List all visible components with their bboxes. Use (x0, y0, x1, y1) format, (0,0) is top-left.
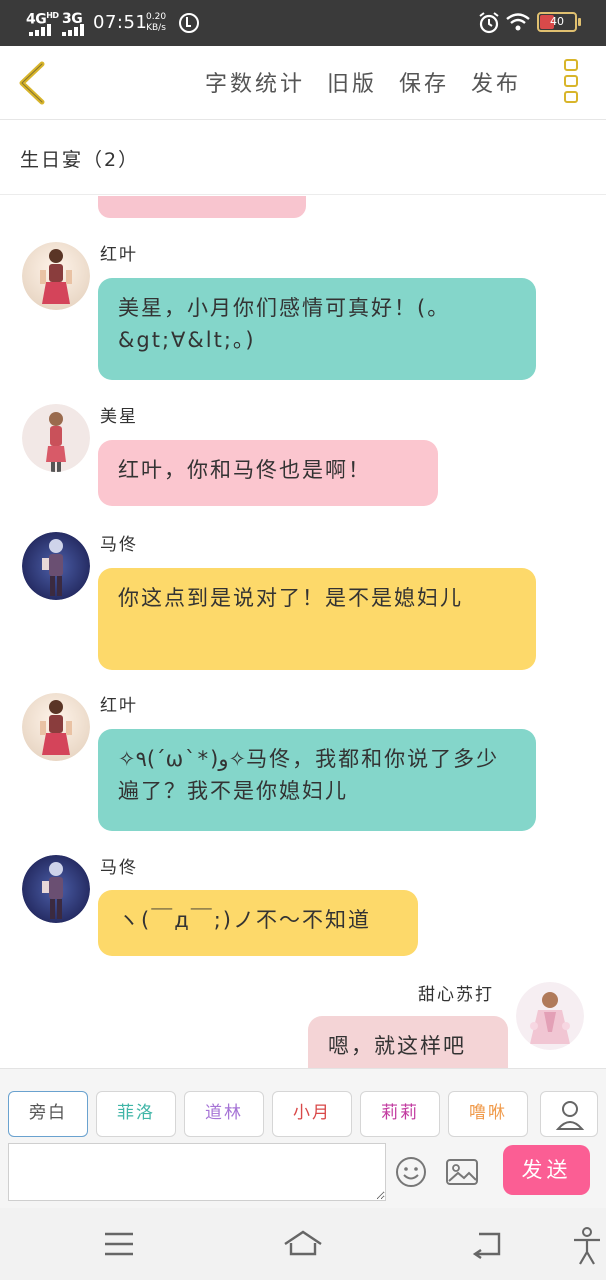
network-speed: 0.20 KB/s (146, 12, 167, 33)
message-bubble-partial[interactable] (98, 196, 306, 218)
role-chip-lili[interactable]: 莉莉 (360, 1091, 440, 1137)
composer: 旁白 菲洛 道林 小月 莉莉 噜咻 发送 (0, 1068, 606, 1208)
back-icon (472, 1232, 501, 1259)
emoji-button[interactable] (394, 1155, 428, 1189)
wifi-icon (506, 13, 530, 31)
message-bubble[interactable]: 红叶，你和马佟也是啊！ (98, 440, 438, 506)
role-selector: 旁白 菲洛 道林 小月 莉莉 噜咻 (8, 1091, 528, 1137)
publish-button[interactable]: 发布 (471, 66, 521, 98)
message-bubble[interactable]: ✧٩(ˊωˋ*)و✧马佟，我都和你说了多少遍了？我不是你媳妇儿 (98, 729, 536, 831)
status-bar: 4GHD 3G 07:51 0.20 KB/s 40 (0, 0, 606, 46)
nav-back-button[interactable] (467, 1226, 507, 1262)
avatar-image (22, 404, 90, 472)
signal-strength-icon (29, 24, 51, 36)
role-chip-feiluo[interactable]: 菲洛 (96, 1091, 176, 1137)
header-actions: 字数统计 旧版 保存 发布 (205, 66, 521, 98)
avatar-hongye[interactable] (22, 693, 90, 761)
battery-icon: 40 (537, 12, 577, 32)
avatar-image (516, 982, 584, 1050)
avatar-meixing[interactable] (22, 404, 90, 472)
three-dots-vertical-icon (564, 75, 578, 87)
avatar-matong[interactable] (22, 532, 90, 600)
message-bubble[interactable]: ヽ(￣д￣;)ノ不～不知道 (98, 890, 418, 956)
avatar-hongye[interactable] (22, 242, 90, 310)
word-count-button[interactable]: 字数统计 (205, 66, 305, 98)
send-button[interactable]: 发送 (503, 1145, 590, 1195)
system-navigation-bar (0, 1208, 606, 1280)
chapter-title-bar: 生日宴（2） (0, 121, 606, 195)
avatar-image (22, 532, 90, 600)
image-icon (446, 1159, 478, 1185)
nav-menu-button[interactable] (99, 1226, 139, 1262)
save-button[interactable]: 保存 (399, 66, 449, 98)
message-bubble[interactable]: 你这点到是说对了！是不是媳妇儿 (98, 568, 536, 670)
role-chip-daolin[interactable]: 道林 (184, 1091, 264, 1137)
nav-accessibility-button[interactable] (570, 1226, 604, 1265)
accessibility-icon (574, 1227, 600, 1265)
more-menu-button[interactable] (564, 59, 580, 107)
sender-name: 红叶 (100, 696, 138, 716)
battery-tip (578, 18, 581, 26)
app-header: 字数统计 旧版 保存 发布 (0, 46, 606, 120)
avatar-tianxinsuda[interactable] (516, 982, 584, 1050)
person-icon (555, 1101, 585, 1130)
home-icon (284, 1230, 322, 1256)
avatar-matong[interactable] (22, 855, 90, 923)
three-dots-vertical-icon (564, 59, 578, 71)
sender-name: 马佟 (100, 858, 138, 878)
chapter-title[interactable]: 生日宴（2） (20, 145, 139, 172)
nav-home-button[interactable] (283, 1226, 323, 1262)
clock: 07:51 (93, 12, 148, 33)
signal-strength-icon (62, 24, 84, 36)
sender-name: 马佟 (100, 535, 138, 555)
message-bubble[interactable]: 美星，小月你们感情可真好！(。&gt;∀&lt;。) (98, 278, 536, 380)
menu-icon (105, 1232, 133, 1256)
message-bubble[interactable]: 嗯，就这样吧 (308, 1016, 508, 1068)
smiley-icon (396, 1157, 426, 1187)
three-dots-vertical-icon (564, 91, 578, 103)
chevron-left-icon (19, 61, 45, 105)
avatar-image (22, 242, 90, 310)
avatar-image (22, 855, 90, 923)
avatar-image (22, 693, 90, 761)
sender-name: 美星 (100, 407, 138, 427)
message-input[interactable] (8, 1143, 386, 1201)
image-button[interactable] (445, 1157, 479, 1187)
data-saver-icon (179, 13, 199, 33)
alarm-icon (479, 12, 499, 34)
sender-name: 甜心苏打 (418, 985, 494, 1005)
chat-list[interactable]: 红叶 美星，小月你们感情可真好！(。&gt;∀&lt;。) 美星 红叶，你和马佟… (0, 196, 606, 1068)
back-button[interactable] (12, 58, 52, 108)
role-chip-luxiu[interactable]: 噜咻 (448, 1091, 528, 1137)
manage-roles-button[interactable] (540, 1091, 598, 1137)
old-version-button[interactable]: 旧版 (327, 66, 377, 98)
battery-level-label: 40 (550, 15, 564, 28)
sender-name: 红叶 (100, 245, 138, 265)
role-chip-narrator[interactable]: 旁白 (8, 1091, 88, 1137)
role-chip-xiaoyue[interactable]: 小月 (272, 1091, 352, 1137)
